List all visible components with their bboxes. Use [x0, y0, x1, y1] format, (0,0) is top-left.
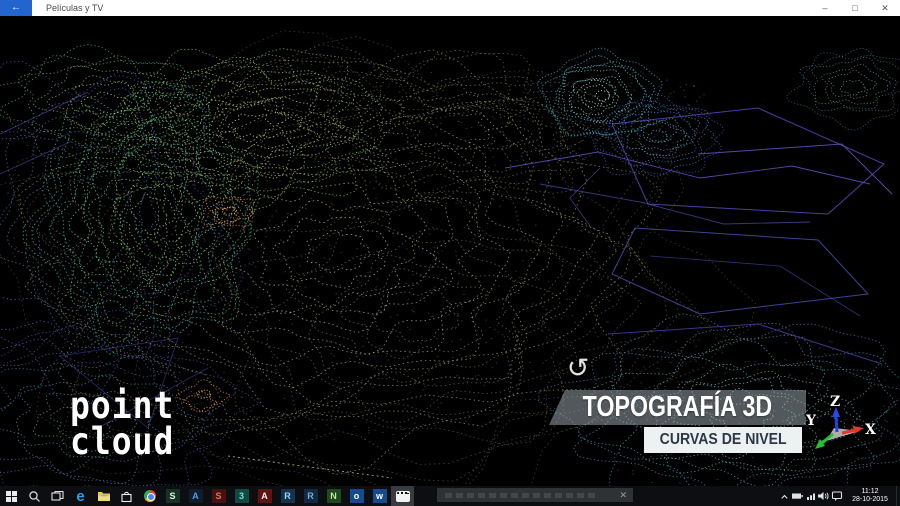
- point-cloud-logo: point cloud: [70, 387, 175, 464]
- tray-time: 11:12: [861, 488, 879, 495]
- window-controls: – □ ✕: [810, 0, 900, 16]
- app-title: Películas y TV: [46, 3, 104, 13]
- edge-icon: e: [76, 487, 85, 505]
- system-tray: 11:12 28-10-2015: [778, 486, 900, 506]
- tray-date: 28-10-2015: [852, 496, 888, 503]
- maximize-button[interactable]: □: [840, 0, 870, 16]
- taskbar-app-revit[interactable]: R: [276, 486, 299, 506]
- app-navisworks-icon: N: [326, 489, 341, 503]
- battery-icon: [792, 493, 803, 499]
- tray-overflow-button[interactable]: [778, 486, 791, 506]
- taskbar-app-a360[interactable]: A: [184, 486, 207, 506]
- tray-battery-button[interactable]: [791, 486, 804, 506]
- axis-y-label: Y: [805, 413, 817, 429]
- app-a360-icon: A: [188, 489, 203, 503]
- app-word-icon: w: [372, 489, 387, 503]
- network-signal-icon: [806, 493, 815, 500]
- start-button[interactable]: [0, 486, 23, 506]
- taskbar-app-navisworks[interactable]: N: [322, 486, 345, 506]
- search-button[interactable]: [23, 486, 46, 506]
- video-title: TOPOGRAFÍA 3D: [582, 391, 773, 423]
- action-center-icon: [831, 491, 842, 501]
- minimize-button[interactable]: –: [810, 0, 840, 16]
- toast-close-icon[interactable]: ✕: [619, 490, 627, 501]
- taskbar-app-word[interactable]: w: [368, 486, 391, 506]
- taskbar-app-store[interactable]: [115, 486, 138, 506]
- taskbar-app-edge[interactable]: e: [69, 486, 92, 506]
- logo-line-2: cloud: [70, 419, 175, 464]
- rotate-icon: ↺: [566, 353, 590, 383]
- show-desktop-button[interactable]: [896, 486, 900, 506]
- title-band: TOPOGRAFÍA 3D: [549, 390, 806, 425]
- tray-action-center-button[interactable]: [830, 486, 843, 506]
- back-button[interactable]: ←: [0, 0, 32, 16]
- video-subtitle: CURVAS DE NIVEL: [659, 431, 787, 448]
- app-showcase-icon: S: [211, 489, 226, 503]
- app-sketch-icon: S: [165, 489, 180, 503]
- chevron-up-icon: [781, 494, 788, 499]
- taskbar-app-autocad[interactable]: A: [253, 486, 276, 506]
- search-icon: [29, 490, 40, 502]
- taskbar-app-showcase[interactable]: S: [207, 486, 230, 506]
- taskbar-toast[interactable]: ✕: [437, 488, 633, 502]
- tray-volume-button[interactable]: [817, 486, 830, 506]
- taskbar-app-outlook[interactable]: o: [345, 486, 368, 506]
- volume-icon: [818, 492, 829, 500]
- toast-illegible-text: [445, 492, 595, 498]
- file-explorer-icon: [97, 492, 110, 501]
- taskbar: e SAS3ARRNow ✕ 11:12 28-10-2015: [0, 486, 900, 506]
- taskbar-app-sketch[interactable]: S: [161, 486, 184, 506]
- taskbar-app-chrome[interactable]: [138, 486, 161, 506]
- movies-tv-icon: [396, 491, 409, 501]
- titlebar: ← Películas y TV – □ ✕: [0, 0, 900, 16]
- taskbar-app-revit-lt[interactable]: R: [299, 486, 322, 506]
- chrome-icon: [143, 490, 156, 502]
- app-revit-icon: R: [280, 489, 295, 503]
- app-revit-lt-icon: R: [303, 489, 318, 503]
- app-3dsmax-icon: 3: [234, 489, 249, 503]
- store-bag-icon: [121, 491, 132, 502]
- tray-clock[interactable]: 11:12 28-10-2015: [847, 488, 893, 504]
- taskbar-app-3dsmax[interactable]: 3: [230, 486, 253, 506]
- subtitle-band: CURVAS DE NIVEL: [644, 427, 802, 453]
- close-button[interactable]: ✕: [870, 0, 900, 16]
- app-autocad-icon: A: [257, 489, 272, 503]
- task-view-icon: [51, 490, 64, 501]
- tray-network-button[interactable]: [804, 486, 817, 506]
- desktop-screen: ← Películas y TV – □ ✕ point cloud ↺ TOP…: [0, 0, 900, 506]
- taskbar-app-movies-tv[interactable]: [391, 486, 414, 506]
- task-view-button[interactable]: [46, 486, 69, 506]
- axis-gizmo-icon: Z Y X: [804, 394, 877, 449]
- axis-x-label: X: [865, 422, 876, 438]
- axis-z-label: Z: [830, 394, 840, 410]
- taskbar-pinned-apps: SAS3ARRNow: [161, 486, 414, 506]
- taskbar-app-file-explorer[interactable]: [92, 486, 115, 506]
- app-outlook-icon: o: [349, 489, 364, 503]
- video-player[interactable]: point cloud ↺ TOPOGRAFÍA 3D CURVAS DE NI…: [0, 16, 900, 486]
- windows-logo-icon: [6, 490, 17, 502]
